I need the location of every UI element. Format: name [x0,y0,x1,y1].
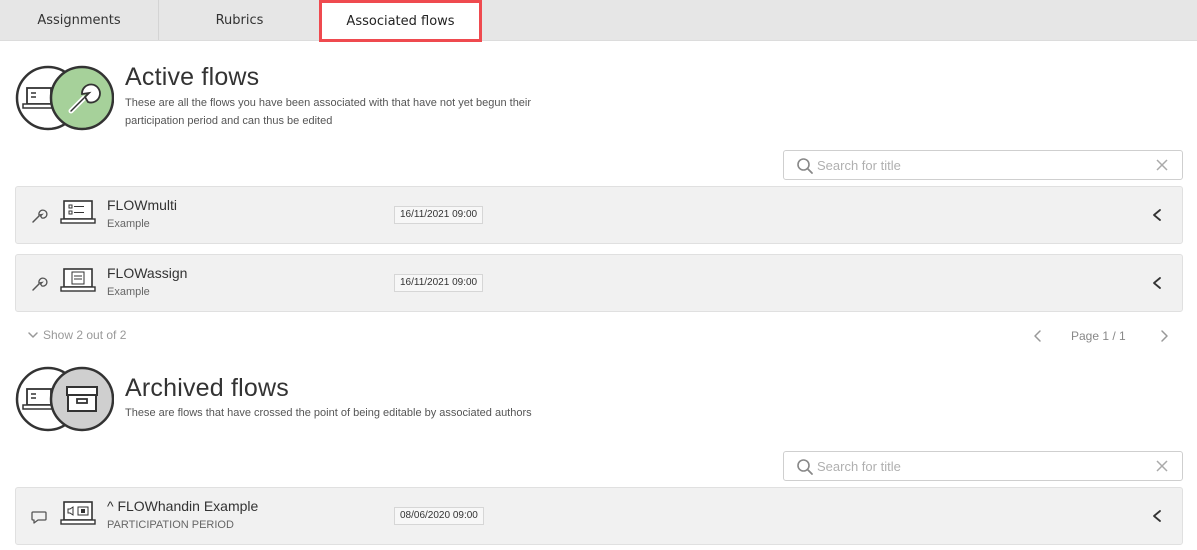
search-icon [797,158,813,174]
wrench-icon [32,277,48,291]
flow-row-flowassign[interactable]: FLOWassign Example 16/11/2021 09:00 [15,254,1183,312]
chevron-left-icon[interactable] [1150,275,1164,291]
active-flows-description: These are all the flows you have been as… [125,97,532,127]
wrench-icon [32,209,48,223]
flow-name: FLOWassign [107,265,188,281]
active-search-input[interactable] [817,155,1147,175]
active-search-box [783,150,1183,180]
prev-page-icon[interactable] [1030,328,1046,344]
pagination: Page 1 / 1 [1030,326,1175,346]
flow-date-badge: 16/11/2021 09:00 [394,274,484,292]
flow-row-flowmulti[interactable]: FLOWmulti Example 16/11/2021 09:00 [15,186,1183,244]
flow-subtitle: Example [107,286,150,298]
show-more-label: Show 2 out of 2 [43,328,127,342]
archived-search-box [783,451,1183,481]
laptop-wrench-icon [15,65,114,131]
flow-date-badge: 08/06/2020 09:00 [394,507,484,525]
chevron-left-icon[interactable] [1150,508,1164,524]
archived-flows-title: Archived flows [125,374,289,402]
tab-rubrics[interactable]: Rubrics [160,0,319,40]
show-more-toggle[interactable]: Show 2 out of 2 [27,328,126,342]
active-flows-title: Active flows [125,63,260,91]
archived-flows-description: These are flows that have crossed the po… [125,407,532,419]
flow-subtitle: PARTICIPATION PERIOD [107,519,234,531]
comment-icon [31,511,47,524]
laptop-media-icon [60,501,96,525]
search-icon [797,459,813,475]
next-page-icon[interactable] [1156,328,1172,344]
flow-name: ^ FLOWhandin Example [107,498,259,514]
tab-associated-flows[interactable]: Associated flows [319,0,482,42]
flow-date-badge: 16/11/2021 09:00 [394,206,484,224]
flow-subtitle: Example [107,218,150,230]
laptop-document-icon [60,268,96,292]
chevron-left-icon[interactable] [1150,207,1164,223]
page-label: Page 1 / 1 [1071,329,1126,343]
archived-search-input[interactable] [817,456,1147,476]
clear-icon[interactable] [1156,159,1168,171]
tab-assignments[interactable]: Assignments [0,0,159,40]
clear-icon[interactable] [1156,460,1168,472]
tab-bar: Assignments Rubrics Associated flows [0,0,1197,42]
flow-name: FLOWmulti [107,197,177,213]
laptop-checklist-icon [60,200,96,224]
laptop-archive-icon [15,366,114,432]
chevron-down-icon [28,332,38,338]
flow-row-flowhandin[interactable]: ^ FLOWhandin Example PARTICIPATION PERIO… [15,487,1183,545]
